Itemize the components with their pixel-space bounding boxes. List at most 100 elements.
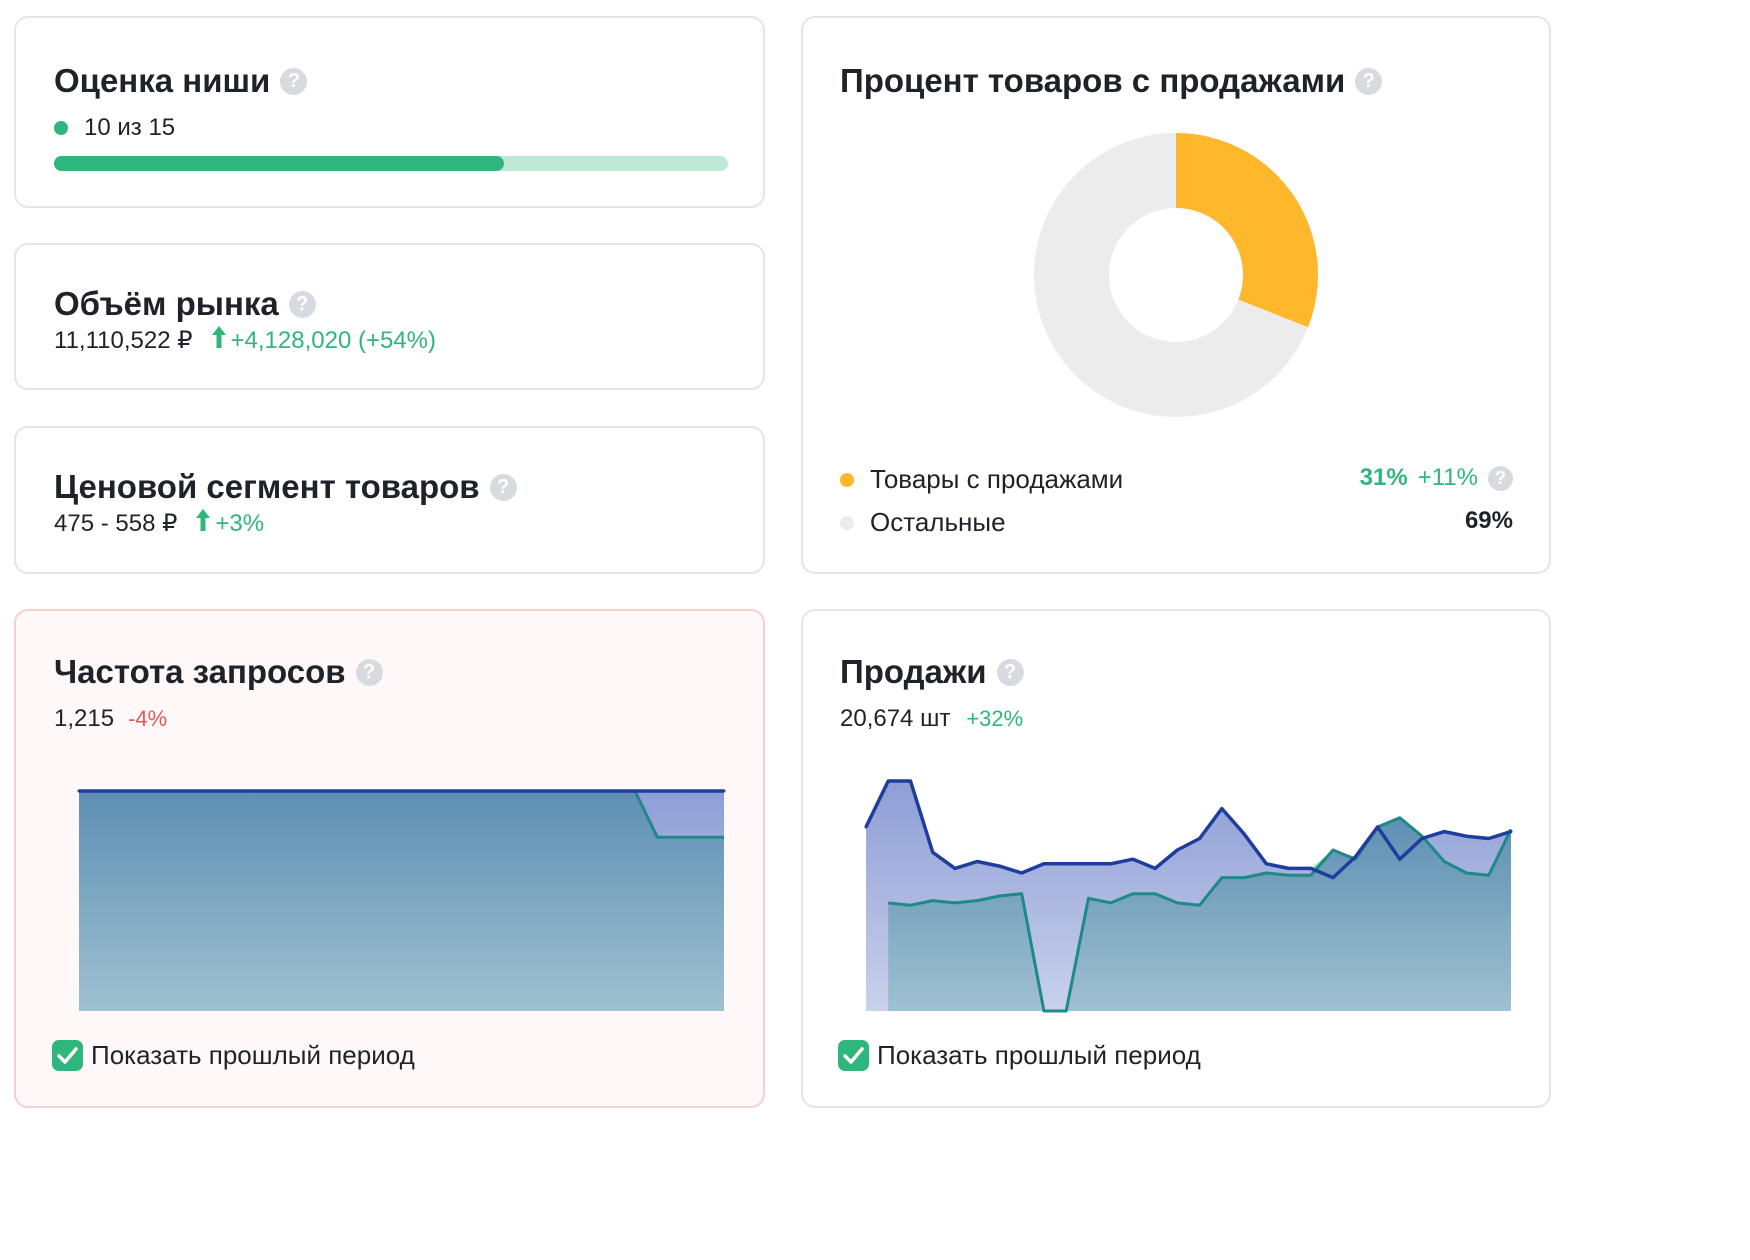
current-period-point bbox=[886, 779, 890, 783]
market-volume-title: Объём рынка bbox=[54, 285, 279, 322]
current-period-point bbox=[1175, 848, 1179, 852]
current-period-point bbox=[1020, 871, 1024, 875]
show-previous-period-label: Показать прошлый период bbox=[877, 1040, 1201, 1070]
checkbox-checked-icon[interactable] bbox=[838, 1040, 869, 1071]
current-period-point bbox=[411, 789, 415, 793]
current-period-point bbox=[299, 789, 303, 793]
help-icon[interactable]: ? bbox=[288, 290, 316, 318]
legend-value: 31% bbox=[1359, 464, 1408, 491]
show-previous-period-row[interactable]: Показать прошлый период bbox=[838, 1040, 1201, 1071]
current-period-point bbox=[1220, 807, 1224, 811]
current-period-point bbox=[1420, 837, 1424, 840]
current-period-point bbox=[1242, 832, 1246, 836]
current-period-point bbox=[366, 789, 370, 793]
current-period-point bbox=[500, 789, 504, 793]
current-period-point bbox=[477, 789, 481, 793]
price-segment-value: 475 - 558 ₽ bbox=[54, 510, 178, 537]
market-volume-value: 11,110,522 ₽ bbox=[54, 327, 193, 354]
current-period-point bbox=[277, 789, 281, 793]
current-period-point bbox=[121, 789, 125, 793]
query-frequency-chart bbox=[77, 789, 726, 1011]
price-segment-card: Ценовой сегмент товаров ? 475 - 558 ₽ +3… bbox=[14, 426, 765, 574]
market-volume-delta: +4,128,020 (+54%) bbox=[230, 326, 437, 354]
help-icon[interactable]: ? bbox=[355, 658, 383, 686]
niche-score-progress-track bbox=[54, 156, 728, 171]
current-period-point bbox=[433, 789, 437, 793]
current-period-point bbox=[1153, 866, 1157, 870]
current-period-point bbox=[99, 789, 103, 793]
checkbox-checked-icon[interactable] bbox=[52, 1040, 83, 1071]
query-frequency-value: 1,215 bbox=[54, 705, 115, 732]
current-period-point bbox=[678, 789, 682, 793]
current-period-point bbox=[953, 866, 957, 870]
current-period-point bbox=[1109, 862, 1113, 866]
help-icon[interactable]: ? bbox=[489, 473, 517, 501]
current-period-point bbox=[1287, 866, 1291, 870]
current-period-point bbox=[233, 789, 237, 793]
help-icon[interactable]: ? bbox=[280, 67, 308, 95]
current-period-point bbox=[455, 789, 459, 793]
show-previous-period-label: Показать прошлый период bbox=[91, 1040, 415, 1070]
legend-dot-icon bbox=[840, 472, 854, 487]
current-period-point bbox=[589, 789, 593, 793]
current-period-point bbox=[1064, 862, 1068, 866]
legend-value-sold: 31% +11% ? bbox=[1360, 464, 1513, 492]
sales-delta: +32% bbox=[966, 706, 1024, 731]
current-period-point bbox=[1465, 834, 1469, 838]
current-period-point bbox=[1398, 857, 1402, 861]
help-icon[interactable]: ? bbox=[996, 658, 1024, 686]
current-period-point bbox=[1198, 837, 1202, 840]
current-period-point bbox=[633, 789, 637, 793]
help-icon[interactable]: ? bbox=[1488, 465, 1513, 491]
price-segment-title: Ценовой сегмент товаров bbox=[54, 468, 480, 505]
sales-value-row: 20,674 шт +32% bbox=[840, 705, 1023, 733]
current-period-point bbox=[210, 789, 214, 793]
current-period-point bbox=[255, 789, 259, 793]
price-segment-title-row: Ценовой сегмент товаров ? bbox=[54, 468, 517, 506]
query-frequency-card: Частота запросов ? 1,215 -4% Показать пр… bbox=[14, 609, 765, 1108]
current-period-point bbox=[864, 825, 868, 829]
current-period-point bbox=[1487, 837, 1491, 840]
legend-delta: +11% bbox=[1417, 464, 1478, 491]
current-period-point bbox=[144, 789, 148, 793]
arrow-up-icon bbox=[211, 325, 227, 356]
current-period-point bbox=[188, 789, 192, 793]
current-period-point bbox=[1376, 825, 1380, 829]
legend-row-other: Остальные bbox=[840, 507, 1006, 538]
current-period-point bbox=[522, 789, 526, 793]
donut-chart bbox=[1034, 133, 1318, 417]
donut-slice bbox=[1176, 133, 1318, 328]
query-frequency-title: Частота запросов bbox=[54, 653, 346, 690]
legend-value: 69% bbox=[1464, 507, 1513, 534]
legend-value-other: 69% bbox=[1465, 507, 1513, 535]
current-period-point bbox=[1264, 862, 1268, 866]
market-volume-value-row: 11,110,522 ₽ +4,128,020 (+54%) bbox=[54, 325, 436, 356]
niche-score-card: Оценка ниши ? 10 из 15 bbox=[14, 16, 765, 208]
sales-title: Продажи bbox=[840, 653, 987, 690]
status-dot-icon bbox=[54, 121, 68, 135]
current-period-point bbox=[700, 789, 704, 793]
current-period-point bbox=[544, 789, 548, 793]
products-with-sales-title-row: Процент товаров с продажами ? bbox=[840, 62, 1383, 100]
arrow-up-icon bbox=[195, 508, 211, 539]
niche-score-value: 10 из 15 bbox=[84, 114, 176, 141]
current-period-point bbox=[166, 789, 170, 793]
niche-score-value-row: 10 из 15 bbox=[54, 114, 175, 142]
legend-dot-icon bbox=[840, 515, 854, 530]
current-period-point bbox=[1353, 855, 1357, 859]
market-volume-card: Объём рынка ? 11,110,522 ₽ +4,128,020 (+… bbox=[14, 243, 765, 390]
legend-label: Остальные bbox=[870, 507, 1006, 537]
legend-label: Товары с продажами bbox=[870, 464, 1124, 494]
current-period-point bbox=[1086, 862, 1090, 866]
current-period-point bbox=[388, 789, 392, 793]
current-period-point bbox=[1309, 866, 1313, 870]
help-icon[interactable]: ? bbox=[1355, 67, 1383, 95]
query-frequency-delta: -4% bbox=[128, 706, 168, 731]
show-previous-period-row[interactable]: Показать прошлый период bbox=[52, 1040, 415, 1071]
market-volume-title-row: Объём рынка ? bbox=[54, 285, 316, 323]
current-period-point bbox=[975, 860, 979, 863]
current-period-point bbox=[655, 789, 659, 793]
products-with-sales-title: Процент товаров с продажами bbox=[840, 62, 1346, 99]
products-with-sales-card: Процент товаров с продажами ? Товары с п… bbox=[801, 16, 1551, 574]
sales-card: Продажи ? 20,674 шт +32% Показать прошлы… bbox=[801, 609, 1551, 1108]
